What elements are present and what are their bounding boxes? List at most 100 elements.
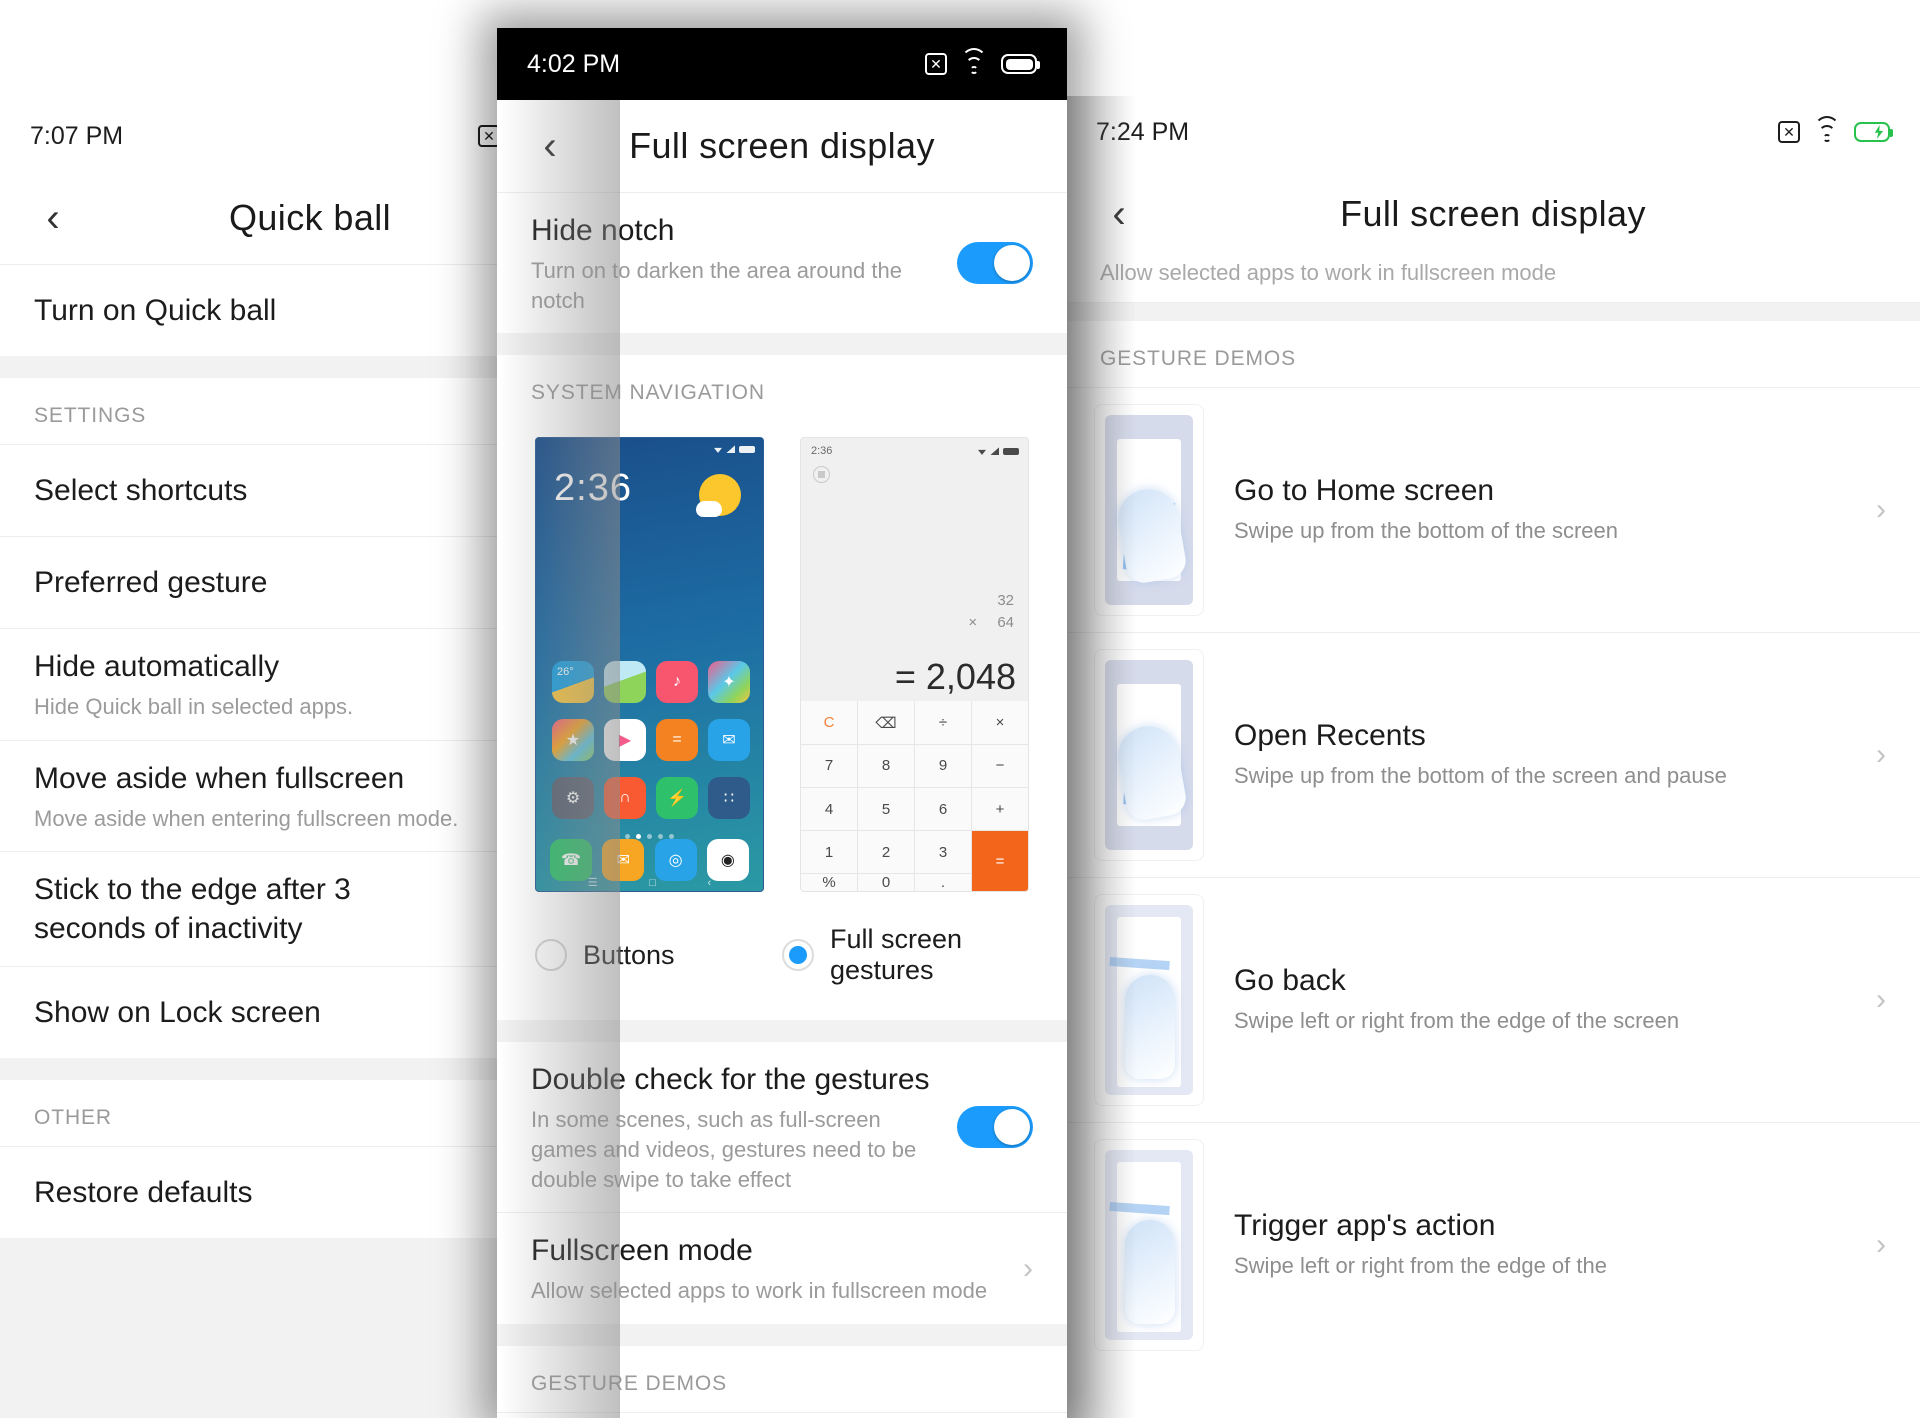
chevron-right-icon: › xyxy=(1876,493,1886,526)
nav-bar-hints: ☰ □ ‹ xyxy=(536,876,763,890)
toggle-double-check[interactable] xyxy=(957,1106,1033,1149)
calc-key-divide[interactable]: ÷ xyxy=(915,701,971,744)
appbar-right: ‹ Full screen display xyxy=(1066,168,1920,260)
radio-buttons-icon[interactable] xyxy=(535,939,567,972)
radio-option-buttons[interactable]: Buttons xyxy=(535,924,782,986)
radio-label: Buttons xyxy=(583,939,675,970)
screenshot-stage: 7:07 PM ✕ ‹ Quick ball Turn on Quick bal… xyxy=(0,0,1920,1418)
calc-menu-icon xyxy=(813,466,830,484)
chevron-right-icon: › xyxy=(1876,1228,1886,1261)
demo-title: Go to Home screen xyxy=(1234,473,1495,507)
calc-expression: 32 × 64 xyxy=(968,590,1014,634)
demo-row-trigger-apps-action[interactable]: Trigger app's action Swipe left or right… xyxy=(1066,1122,1920,1367)
shopping-icon: ∩ xyxy=(604,777,646,820)
radio-full-screen-gestures-icon[interactable] xyxy=(782,939,814,972)
calculator-preview[interactable]: 2:36 32 × 64 = 2,048 C ⌫ ÷ × 7 8 9 − 4 5… xyxy=(800,437,1029,893)
calc-key-4[interactable]: 4 xyxy=(801,787,857,831)
row-title: Stick to the edge after 3 seconds of ina… xyxy=(34,873,351,946)
row-fullscreen-mode[interactable]: Fullscreen mode Allow selected apps to w… xyxy=(497,1212,1067,1325)
calc-operator: × xyxy=(968,614,978,632)
apps-folder-icon: ∷ xyxy=(708,777,750,820)
demo-row-go-back[interactable]: Go back Swipe left or right from the edg… xyxy=(1066,877,1920,1122)
back-button[interactable]: ‹ xyxy=(22,196,84,241)
calc-key-percent[interactable]: % xyxy=(801,874,857,892)
row-subtitle: Turn on to darken the area around the no… xyxy=(531,258,902,313)
row-title: Double check for the gestures xyxy=(531,1063,930,1097)
calc-key-0[interactable]: 0 xyxy=(858,874,914,892)
navigation-mode-options: Buttons Full screen gestures xyxy=(497,898,1067,1021)
page-title: Full screen display xyxy=(629,125,935,166)
hand-icon xyxy=(1125,1220,1175,1324)
calculator-icon: = xyxy=(656,719,698,762)
calc-key-8[interactable]: 8 xyxy=(858,744,914,787)
row-title: Preferred gesture xyxy=(34,566,268,599)
toggle-hide-notch[interactable] xyxy=(957,242,1033,285)
preview-clock: 2:36 xyxy=(811,445,833,458)
row-hide-notch[interactable]: Hide notch Turn on to darken the area ar… xyxy=(497,192,1067,334)
calc-key-7[interactable]: 7 xyxy=(801,744,857,787)
wifi-icon xyxy=(961,48,987,74)
status-icons: ✕ xyxy=(925,48,1040,75)
back-button[interactable]: ‹ xyxy=(519,124,581,169)
preview-status-icons xyxy=(978,447,1019,456)
sms-icon: ✉ xyxy=(602,839,645,882)
demo-row-go-to-home-screen[interactable]: Go to Home screen Swipe up from the bott… xyxy=(1066,387,1920,632)
chevron-right-icon: › xyxy=(1023,1251,1033,1285)
radio-label: Full screen gestures xyxy=(830,924,963,986)
row-texts: Turn on Quick ball xyxy=(34,273,490,348)
row-title: Fullscreen mode xyxy=(531,1234,753,1268)
swipe-edge-thumb xyxy=(1094,894,1204,1106)
group-label-gesture-demos: GESTURE DEMOS xyxy=(1066,321,1920,387)
full-screen-display-gestures-screen: 7:24 PM ✕ ‹ Full screen display Allow se… xyxy=(1066,96,1920,1418)
gallery-icon xyxy=(604,661,646,704)
calc-operand-b: 64 xyxy=(997,614,1014,632)
demo-subtitle: Swipe left or right from the edge of the… xyxy=(1234,1007,1680,1033)
home-screen-preview[interactable]: 2:36 26° ♪ ✦ ★ ▶ = ✉ ⚙ ∩ ⚡ ∷ ☎ ✉ ◎ ◉ ☰ □… xyxy=(535,437,764,893)
demo-title: Go back xyxy=(1234,963,1346,997)
calc-key-1[interactable]: 1 xyxy=(801,831,857,874)
demo-row-open-recents[interactable]: Open Recents Swipe up from the bottom of… xyxy=(1066,632,1920,877)
battery-charging-icon xyxy=(1854,122,1893,142)
calc-key-5[interactable]: 5 xyxy=(858,787,914,831)
back-button[interactable]: ‹ xyxy=(1088,192,1150,237)
calc-key-backspace[interactable]: ⌫ xyxy=(858,701,914,744)
demo-subtitle: Swipe left or right from the edge of the xyxy=(1234,1252,1607,1278)
row-subtitle: Move aside when entering fullscreen mode… xyxy=(34,805,459,831)
status-icons: ✕ xyxy=(1778,116,1893,143)
full-screen-display-screen: 4:02 PM ✕ ‹ Full screen display Hide not… xyxy=(497,28,1067,1418)
row-title: Hide notch xyxy=(531,214,675,247)
swipe-up-pause-thumb xyxy=(1094,649,1204,861)
calc-key-plus[interactable]: + xyxy=(972,787,1028,831)
dock-icons: ☎ ✉ ◎ ◉ xyxy=(536,839,763,882)
calc-key-2[interactable]: 2 xyxy=(858,831,914,874)
calc-key-6[interactable]: 6 xyxy=(915,787,971,831)
calc-operand-a: 32 xyxy=(997,592,1014,610)
section-divider xyxy=(497,1324,1067,1347)
calc-key-3[interactable]: 3 xyxy=(915,831,971,874)
calc-key-multiply[interactable]: × xyxy=(972,701,1028,744)
calc-key-minus[interactable]: − xyxy=(972,744,1028,787)
weather-icon: 26° xyxy=(552,661,594,704)
section-divider xyxy=(497,1020,1067,1043)
calc-key-9[interactable]: 9 xyxy=(915,744,971,787)
demo-title: Trigger app's action xyxy=(1234,1208,1496,1242)
group-label-gesture-demos: GESTURE DEMOS xyxy=(497,1346,1067,1413)
list-edge xyxy=(497,1412,1067,1418)
appbar-center: ‹ Full screen display xyxy=(497,100,1067,192)
play-store-icon: ▶ xyxy=(604,719,646,762)
battery-icon xyxy=(1001,54,1040,74)
music-icon: ♪ xyxy=(656,661,698,704)
preview-status: 2:36 xyxy=(801,438,1028,457)
group-label-system-navigation: SYSTEM NAVIGATION xyxy=(497,355,1067,422)
preview-status-icons xyxy=(536,438,763,454)
radio-option-full-screen-gestures[interactable]: Full screen gestures xyxy=(782,924,1029,986)
row-double-check-for-the-gestures[interactable]: Double check for the gestures In some sc… xyxy=(497,1042,1067,1213)
status-bar-center: 4:02 PM ✕ xyxy=(497,28,1067,100)
calc-key-decimal[interactable]: . xyxy=(915,874,971,892)
swipe-edge-thumb xyxy=(1094,1139,1204,1351)
settings-icon: ⚙ xyxy=(552,777,594,820)
calc-key-clear[interactable]: C xyxy=(801,701,857,744)
status-time: 7:07 PM xyxy=(30,121,124,150)
row-subtitle: Allow selected apps to work in fullscree… xyxy=(531,1278,988,1304)
calc-key-equals[interactable]: = xyxy=(972,831,1028,892)
